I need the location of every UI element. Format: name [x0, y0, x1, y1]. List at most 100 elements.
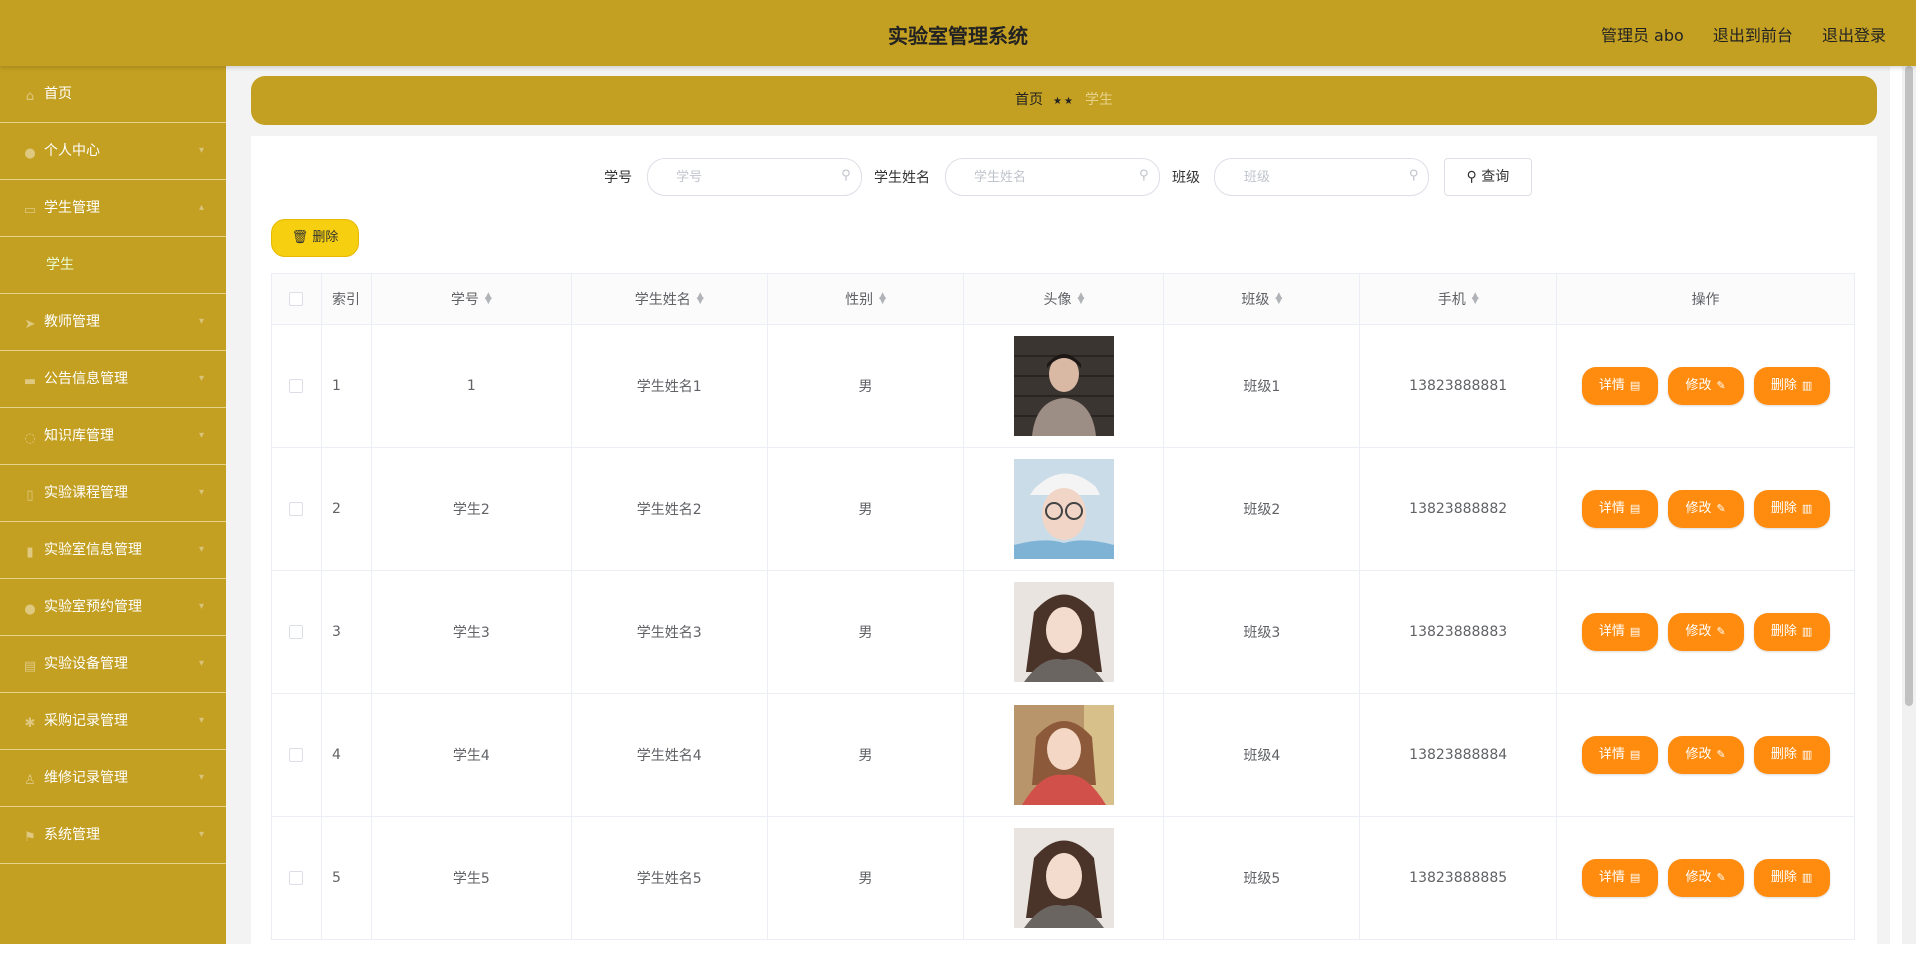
book-icon: ▯	[26, 488, 34, 503]
sidebar-item-lab-info[interactable]: ▮ 实验室信息管理 ▾	[0, 522, 226, 579]
chevron-icon: ▾	[198, 487, 204, 498]
page-scrollbar[interactable]	[1902, 66, 1916, 944]
content-panel: 学号 ⚲ 学生姓名 ⚲ 班级 ⚲ ⚲ 查询 🗑 删除	[251, 136, 1877, 956]
cell-class: 班级3	[1163, 570, 1361, 694]
delete-button[interactable]: 删除 ▥	[1753, 490, 1830, 528]
student-name-label: 学生姓名	[874, 170, 931, 186]
edit-button[interactable]: 修改 ✎	[1667, 736, 1744, 774]
detail-button[interactable]: 详情 ▤	[1581, 367, 1658, 405]
avatar-image	[1013, 828, 1114, 928]
student-no-field[interactable]: ⚲	[646, 158, 862, 196]
delete-label: 删除	[1770, 378, 1797, 393]
sidebar-item-profile[interactable]: ● 个人中心 ▾	[0, 123, 226, 180]
row-checkbox[interactable]	[289, 748, 304, 762]
sidebar-subitem-student[interactable]: 学生	[0, 237, 226, 294]
document-icon: ▤	[1629, 871, 1641, 884]
row-select-cell	[271, 324, 322, 448]
wrench-icon: ♙	[24, 773, 36, 788]
sidebar-item-teachers[interactable]: ➤ 教师管理 ▾	[0, 294, 226, 351]
chevron-icon: ▾	[198, 829, 204, 840]
delete-button[interactable]: 删除 ▥	[1753, 859, 1830, 897]
sort-icon[interactable]: ▲ ▼	[485, 292, 492, 306]
sidebar-item-courses[interactable]: ▯ 实验课程管理 ▾	[0, 465, 226, 522]
student-name-field[interactable]: ⚲	[944, 158, 1160, 196]
batch-delete-button[interactable]: 🗑 删除	[271, 219, 359, 257]
detail-button[interactable]: 详情 ▤	[1581, 736, 1658, 774]
scrollbar-thumb[interactable]	[1905, 66, 1913, 706]
cell-index: 5	[320, 816, 372, 940]
sidebar-item-label: 实验课程管理	[44, 485, 128, 501]
pencil-icon: ✎	[1716, 502, 1726, 515]
sort-icon[interactable]: ▲ ▼	[1472, 292, 1479, 306]
edit-button[interactable]: 修改 ✎	[1667, 859, 1744, 897]
col-student-name[interactable]: 学生姓名 ▲ ▼	[570, 273, 768, 325]
cell-phone: 13823888885	[1359, 816, 1558, 940]
row-checkbox[interactable]	[289, 625, 304, 639]
sort-icon[interactable]: ▲ ▼	[1077, 292, 1084, 306]
sidebar-item-purchases[interactable]: ✱ 采购记录管理 ▾	[0, 693, 226, 750]
delete-button[interactable]: 删除 ▥	[1753, 613, 1830, 651]
cell-index: 3	[320, 570, 372, 694]
table-header-row: 索引 学号 ▲ ▼ 学生姓名 ▲ ▼ 性别 ▲ ▼ 头像 ▲ ▼ 班级 ▲ ▼ 手机 ▲ ▼ 操作	[271, 273, 1855, 325]
trash-icon: ▥	[1801, 748, 1813, 761]
sort-icon[interactable]: ▲ ▼	[1275, 292, 1282, 306]
sidebar-item-system[interactable]: ⚑ 系统管理 ▾	[0, 807, 226, 864]
delete-button[interactable]: 删除 ▥	[1753, 736, 1830, 774]
sort-icon[interactable]: ▲ ▼	[879, 292, 886, 306]
trash-icon: ▥	[1801, 625, 1813, 638]
row-checkbox[interactable]	[289, 871, 304, 885]
chart-icon: ▮	[26, 545, 34, 560]
breadcrumb-home[interactable]: 首页	[1015, 92, 1043, 108]
detail-button[interactable]: 详情 ▤	[1581, 859, 1658, 897]
sidebar-item-label: 实验室预约管理	[44, 599, 142, 615]
col-avatar[interactable]: 头像 ▲ ▼	[963, 273, 1165, 325]
edit-button[interactable]: 修改 ✎	[1667, 490, 1744, 528]
avatar-image	[1013, 459, 1114, 559]
sidebar-item-knowledge[interactable]: ◌ 知识库管理 ▾	[0, 408, 226, 465]
sidebar-item-reservations[interactable]: ● 实验室预约管理 ▾	[0, 579, 226, 636]
device-icon: ▤	[23, 659, 37, 674]
delete-button[interactable]: 删除 ▥	[1753, 367, 1830, 405]
delete-label: 删除	[1770, 870, 1797, 885]
sidebar-item-home[interactable]: ⌂ 首页	[0, 66, 226, 123]
detail-button[interactable]: 详情 ▤	[1581, 613, 1658, 651]
admin-name: 管理员 abo	[1600, 26, 1684, 45]
col-label: 手机	[1437, 292, 1466, 308]
sidebar-item-notices[interactable]: ▬ 公告信息管理 ▾	[0, 351, 226, 408]
query-button[interactable]: ⚲ 查询	[1443, 158, 1532, 196]
table-row: 5 学生5 学生姓名5 男 班级5 13823888885 详情 ▤ 修改 ✎ …	[271, 816, 1855, 940]
logout-link[interactable]: 退出登录	[1822, 26, 1886, 45]
student-no-input[interactable]	[674, 159, 849, 195]
delete-label: 删除	[1770, 624, 1797, 639]
col-class[interactable]: 班级 ▲ ▼	[1163, 273, 1361, 325]
row-checkbox[interactable]	[289, 502, 304, 516]
detail-button[interactable]: 详情 ▤	[1581, 490, 1658, 528]
cell-avatar	[963, 816, 1165, 940]
class-field[interactable]: ⚲	[1214, 158, 1430, 196]
pencil-icon: ✎	[1716, 871, 1726, 884]
col-phone[interactable]: 手机 ▲ ▼	[1359, 273, 1558, 325]
edit-button[interactable]: 修改 ✎	[1667, 613, 1744, 651]
edit-label: 修改	[1685, 747, 1712, 762]
front-link[interactable]: 退出到前台	[1713, 26, 1793, 45]
col-student-no[interactable]: 学号 ▲ ▼	[370, 273, 572, 325]
class-input[interactable]	[1241, 159, 1416, 195]
sidebar-item-students[interactable]: ▭ 学生管理 ▴	[0, 180, 226, 237]
select-all-checkbox[interactable]	[289, 292, 304, 306]
col-gender[interactable]: 性别 ▲ ▼	[766, 273, 965, 325]
row-checkbox[interactable]	[289, 379, 304, 393]
cell-phone: 13823888883	[1359, 570, 1558, 694]
sort-icon[interactable]: ▲ ▼	[697, 292, 704, 306]
chevron-icon: ▾	[198, 373, 204, 384]
cell-index: 4	[320, 693, 372, 817]
sidebar-item-equipment[interactable]: ▤ 实验设备管理 ▾	[0, 636, 226, 693]
row-select-cell	[271, 693, 322, 817]
sidebar-item-repairs[interactable]: ♙ 维修记录管理 ▾	[0, 750, 226, 807]
trash-icon: ▥	[1801, 871, 1813, 884]
batch-delete-label: 删除	[312, 230, 339, 245]
sidebar-item-label: 知识库管理	[44, 428, 114, 444]
row-select-cell	[271, 570, 322, 694]
table-row: 3 学生3 学生姓名3 男 班级3 13823888883 详情 ▤ 修改 ✎ …	[271, 570, 1855, 694]
edit-button[interactable]: 修改 ✎	[1667, 367, 1744, 405]
student-name-input[interactable]	[972, 159, 1146, 195]
